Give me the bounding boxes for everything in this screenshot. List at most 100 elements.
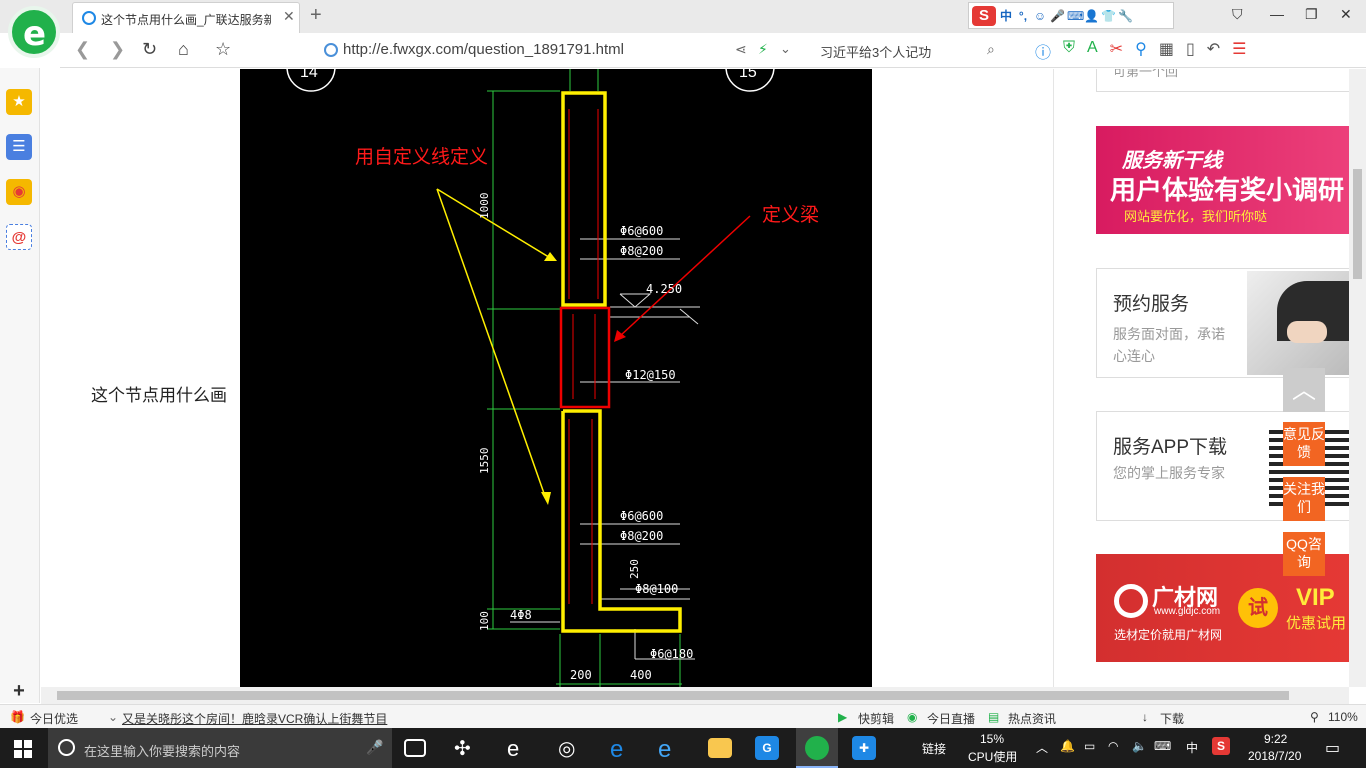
ip-icon[interactable]: ⓘ <box>1035 39 1051 63</box>
volume-icon[interactable]: 🔈 <box>1132 739 1147 753</box>
tab-active[interactable]: 这个节点用什么画_广联达服务新 ✕ <box>72 2 300 33</box>
sogou-icon[interactable]: S <box>972 5 996 26</box>
scrollbar-thumb[interactable] <box>57 691 1289 700</box>
site-info-icon[interactable] <box>324 43 338 57</box>
follow-button[interactable]: 关注我们 <box>1283 477 1325 521</box>
live-link[interactable]: 今日直播 <box>927 710 975 727</box>
battery-icon[interactable]: ▭ <box>1084 739 1095 753</box>
extension-icons: ⓘ ⛨ A ✂ ⚲ ▦ ▯ ↶ ☰ <box>1035 39 1247 63</box>
handshake-image <box>1247 271 1349 375</box>
shield-icon[interactable]: ⛨ <box>1063 39 1075 63</box>
gcw-try-badge: 试 <box>1238 588 1278 628</box>
refresh-icon[interactable]: ↻ <box>142 39 157 60</box>
action-center-icon[interactable]: ▭ <box>1325 738 1340 758</box>
close-window-icon[interactable]: ✕ <box>1340 6 1352 23</box>
browser-app-icon[interactable]: ◎ <box>558 736 582 760</box>
scissors-icon[interactable]: ✂ <box>1110 39 1123 63</box>
horizontal-scrollbar[interactable] <box>41 687 1349 704</box>
scrollbar-thumb[interactable] <box>1353 169 1362 279</box>
hot-news-link[interactable]: 热点资讯 <box>1008 710 1056 727</box>
lightning-icon[interactable]: ⚡ <box>758 41 768 58</box>
qq-button[interactable]: QQ咨询 <box>1283 532 1325 576</box>
active-app-360[interactable] <box>796 728 838 768</box>
ime-lang-toggle[interactable]: 中 <box>999 7 1013 24</box>
question-label: 这个节点用什么画 <box>91 386 227 405</box>
grid-icon[interactable]: ▦ <box>1159 39 1174 63</box>
today-picks[interactable]: 今日优选 <box>30 710 78 727</box>
download-link[interactable]: 下载 <box>1160 710 1184 727</box>
back-to-top-icon[interactable]: ︿ <box>1283 368 1325 412</box>
wrench-icon[interactable]: 🔧 <box>1118 9 1133 23</box>
sogou-tray-icon[interactable]: S <box>1212 737 1230 755</box>
menu-icon[interactable]: ☰ <box>1232 39 1246 63</box>
share-icon[interactable]: ⋖ <box>735 41 747 58</box>
magnifier-icon[interactable]: ⚲ <box>1135 39 1147 63</box>
vertical-scrollbar[interactable] <box>1349 69 1366 687</box>
wifi-icon[interactable]: ◠ <box>1108 739 1118 753</box>
restore-icon[interactable]: ❐ <box>1305 6 1318 23</box>
search-input[interactable]: 习近平给3个人记功 <box>820 42 931 61</box>
reading-list-icon[interactable]: ☰ <box>6 134 32 160</box>
axis-label-15: 15 <box>739 69 757 81</box>
gcw-vip: VIP <box>1296 584 1335 611</box>
emoji-icon[interactable]: ☺ <box>1033 9 1047 23</box>
rebar-label: Φ8@200 <box>620 529 663 543</box>
forward-icon[interactable]: ❯ <box>110 39 125 60</box>
search-icon[interactable]: ⌕ <box>987 41 995 58</box>
taskbar-search[interactable]: 在这里输入你要搜索的内容 🎤 <box>48 728 392 768</box>
undo-icon[interactable]: ↶ <box>1207 39 1220 63</box>
minimize-icon[interactable]: — <box>1270 6 1284 22</box>
remote-app-icon[interactable]: ✚ <box>852 736 876 760</box>
news-ticker[interactable]: 又是关晓彤这个房间！鹿晗录VCR确认上街舞节目 <box>122 710 387 727</box>
pinwheel-app-icon[interactable]: ✣ <box>454 736 478 760</box>
phone-icon[interactable]: ▯ <box>1186 39 1195 63</box>
add-sidebar-icon[interactable]: + <box>6 678 32 704</box>
ime-punct-toggle[interactable]: °, <box>1016 9 1030 23</box>
mic-icon[interactable]: 🎤 <box>366 739 383 756</box>
g-app-icon[interactable]: G <box>755 736 779 760</box>
dimension-label: 1000 <box>478 193 491 220</box>
chevron-up-icon[interactable]: ︿ <box>1036 739 1048 756</box>
star-icon[interactable]: ☆ <box>215 39 231 60</box>
clock-date[interactable]: 2018/7/20 <box>1248 749 1301 763</box>
cpu-label: CPU使用 <box>968 750 1018 764</box>
new-tab-icon[interactable]: + <box>310 4 322 27</box>
email-icon[interactable]: @ <box>6 224 32 250</box>
chevron-down-icon[interactable]: ⌄ <box>780 41 791 57</box>
gcw-url: www.gldjc.com <box>1154 606 1221 617</box>
mic-icon[interactable]: 🎤 <box>1050 9 1065 23</box>
task-view-icon[interactable] <box>404 739 426 757</box>
keyboard-icon[interactable]: ⌨ <box>1154 739 1171 753</box>
address-bar[interactable]: http://e.fwxgx.com/question_1891791.html <box>343 41 624 58</box>
booking-card[interactable]: 预约服务 服务面对面，承诺心连心 <box>1096 268 1349 378</box>
feedback-button[interactable]: 意见反馈 <box>1283 422 1325 466</box>
links-toolbar[interactable]: 链接 <box>922 740 946 757</box>
edge-icon[interactable]: e <box>610 736 634 763</box>
gcw-vip-sub: 优惠试用 <box>1286 615 1347 632</box>
ime-indicator[interactable]: 中 <box>1186 739 1198 756</box>
chevron-down-icon[interactable]: ⌄ <box>108 710 118 724</box>
shirt-menu-icon[interactable]: ⛉ <box>1232 6 1243 23</box>
quick-cut-link[interactable]: 快剪辑 <box>858 710 894 727</box>
back-icon[interactable]: ❮ <box>75 39 90 60</box>
weibo-icon[interactable]: ◉ <box>6 179 32 205</box>
zoom-level[interactable]: 110% <box>1328 710 1358 724</box>
home-icon[interactable]: ⌂ <box>178 39 189 60</box>
windows-start-icon[interactable] <box>14 740 32 758</box>
translate-icon[interactable]: A <box>1087 39 1098 63</box>
survey-banner[interactable]: 服务新干线 用户体验有奖小调研 网站要优化，我们听你哒 <box>1096 126 1349 234</box>
internet-explorer-icon[interactable]: e <box>658 736 682 763</box>
ie-e-icon[interactable]: e <box>507 736 531 761</box>
clock-time[interactable]: 9:22 <box>1264 732 1287 746</box>
file-explorer-icon[interactable] <box>708 738 732 758</box>
user-icon[interactable]: 👤 <box>1084 9 1099 23</box>
notification-bell-icon[interactable]: 🔔 <box>1060 739 1075 753</box>
elevation-label: 4.250 <box>646 282 682 296</box>
keyboard-icon[interactable]: ⌨ <box>1067 9 1084 23</box>
ad-top-partial[interactable]: 可第一个回 <box>1096 69 1349 92</box>
favorites-star-icon[interactable]: ★ <box>6 89 32 115</box>
browser-logo[interactable]: e <box>8 6 60 58</box>
close-tab-icon[interactable]: ✕ <box>283 8 295 25</box>
gift-icon[interactable]: 🎁 <box>10 710 25 724</box>
skin-icon[interactable]: 👕 <box>1101 9 1116 23</box>
